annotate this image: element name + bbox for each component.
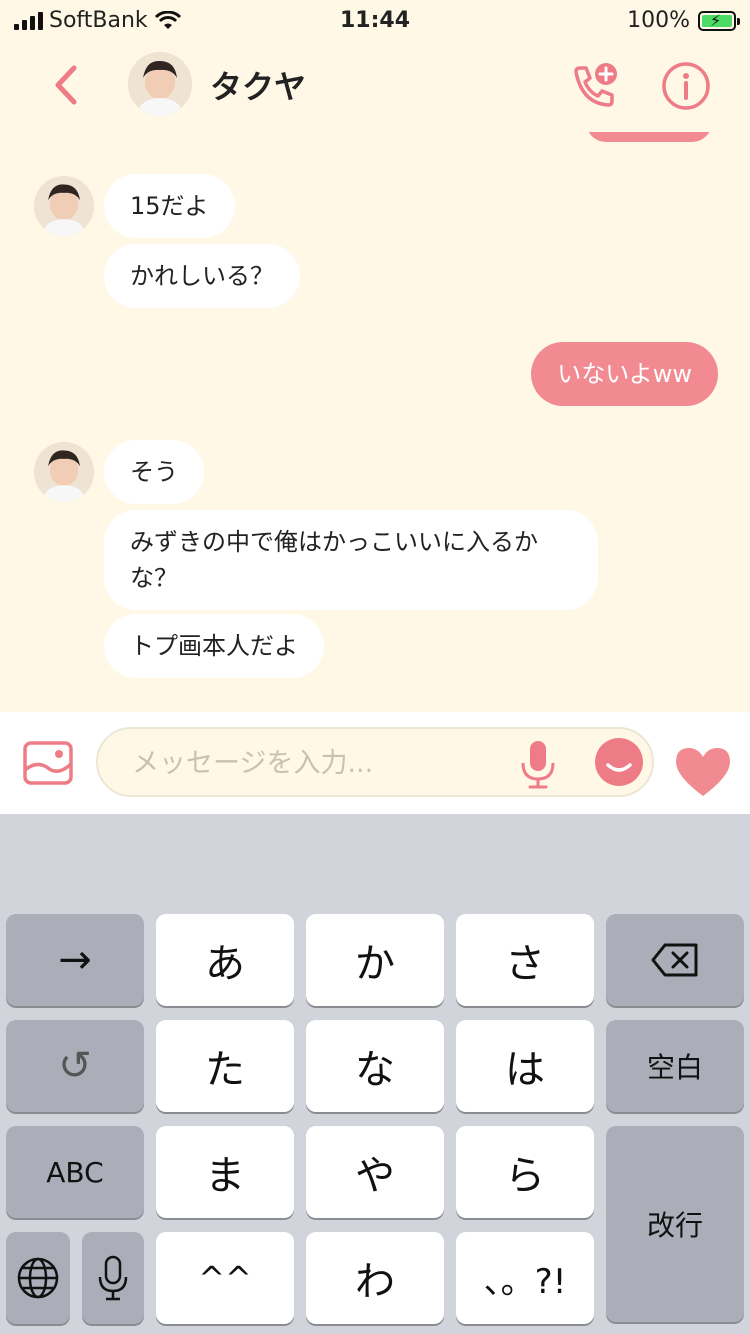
return-key[interactable]: 改行 <box>606 1126 744 1322</box>
keyboard: → あ か さ ↺ た な は 空白 ABC ま や ら 改行 ^^ わ 、。?… <box>0 814 750 1334</box>
globe-key[interactable] <box>6 1232 70 1324</box>
person-photo-icon <box>34 442 94 502</box>
status-right: 100% ⚡ <box>627 8 740 33</box>
contact-name: タクヤ <box>210 68 307 106</box>
message-bubble-received[interactable]: そう <box>104 440 204 504</box>
partial-sent-bubble <box>586 132 712 142</box>
info-icon[interactable] <box>660 60 712 112</box>
key-punctuation[interactable]: 、。?! <box>456 1232 594 1324</box>
backspace-icon <box>651 943 698 977</box>
message-bubble-received[interactable]: 15だよ <box>104 174 235 238</box>
heart-icon[interactable] <box>674 746 732 798</box>
status-bar: SoftBank 11:44 100% ⚡ <box>0 0 750 42</box>
space-key[interactable]: 空白 <box>606 1020 744 1112</box>
dictation-key[interactable] <box>82 1232 144 1324</box>
battery-percent: 100% <box>627 8 690 33</box>
message-bubble-received[interactable]: かれしいる？ <box>104 244 300 308</box>
smiley-icon[interactable] <box>594 737 644 787</box>
key-a[interactable]: あ <box>156 914 294 1006</box>
microphone-icon[interactable] <box>520 739 556 791</box>
contact-avatar[interactable] <box>128 52 192 116</box>
back-chevron-icon[interactable] <box>46 60 86 110</box>
input-bar <box>0 712 750 814</box>
key-emoticon[interactable]: ^^ <box>156 1232 294 1324</box>
key-undo[interactable]: ↺ <box>6 1020 144 1112</box>
microphone-icon <box>98 1255 128 1301</box>
abc-key[interactable]: ABC <box>6 1126 144 1218</box>
globe-icon <box>17 1257 59 1299</box>
person-photo-icon <box>34 176 94 236</box>
key-na[interactable]: な <box>306 1020 444 1112</box>
message-bubble-received[interactable]: みずきの中で俺はかっこいいに入るかな？ <box>104 510 598 610</box>
message-list[interactable]: 15だよ かれしいる？ いないよww そう みずきの中で俺はかっこいいに入るかな… <box>0 132 750 712</box>
key-ha[interactable]: は <box>456 1020 594 1112</box>
key-ra[interactable]: ら <box>456 1126 594 1218</box>
key-ta[interactable]: た <box>156 1020 294 1112</box>
key-ka[interactable]: か <box>306 914 444 1006</box>
message-bubble-sent[interactable]: いないよww <box>531 342 718 406</box>
key-wa[interactable]: わ <box>306 1232 444 1324</box>
delete-key[interactable] <box>606 914 744 1006</box>
message-input[interactable] <box>132 743 512 783</box>
person-photo-icon <box>128 52 192 116</box>
sender-avatar[interactable] <box>34 176 94 236</box>
key-ma[interactable]: ま <box>156 1126 294 1218</box>
image-icon[interactable] <box>22 740 74 786</box>
chat-header: タクヤ <box>0 42 750 132</box>
sender-avatar[interactable] <box>34 442 94 502</box>
battery-icon: ⚡ <box>698 10 740 31</box>
message-field[interactable] <box>96 727 654 797</box>
phone-plus-icon[interactable] <box>568 60 620 112</box>
key-sa[interactable]: さ <box>456 914 594 1006</box>
message-bubble-received[interactable]: トプ画本人だよ <box>104 614 324 678</box>
key-ya[interactable]: や <box>306 1126 444 1218</box>
key-arrow-right[interactable]: → <box>6 914 144 1006</box>
